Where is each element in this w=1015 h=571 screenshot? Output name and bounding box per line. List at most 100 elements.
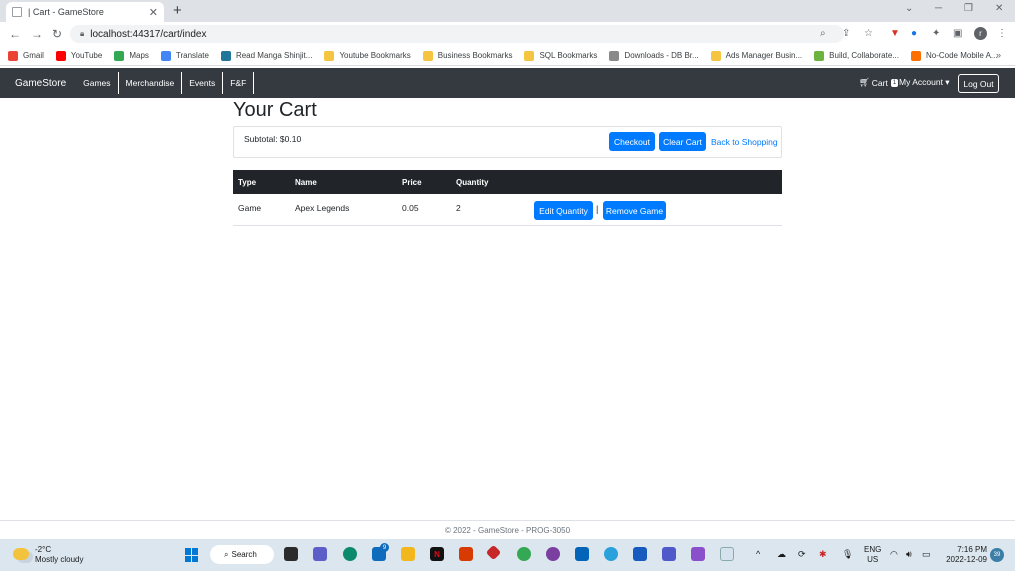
cart-link[interactable]: 🛒︎ Cart 1 <box>859 77 899 88</box>
bookmark-item[interactable]: Youtube Bookmarks <box>324 50 411 61</box>
office-icon[interactable] <box>459 547 473 561</box>
bookmark-item[interactable]: Read Manga Shinjit... <box>220 50 312 61</box>
cart-icon: 🛒︎ <box>859 77 870 87</box>
edge-icon[interactable] <box>343 547 357 561</box>
table-row: Game Apex Legends 0.05 2 Edit Quantity |… <box>233 194 782 226</box>
bookmark-icon <box>609 50 620 61</box>
battery-icon[interactable]: ▭ <box>922 549 931 560</box>
onedrive-icon[interactable]: ☁ <box>777 549 786 560</box>
nav-merchandise[interactable]: Merchandise <box>119 72 183 94</box>
nav-events[interactable]: Events <box>182 72 224 94</box>
back-icon[interactable]: ← <box>9 27 21 41</box>
file-explorer-icon[interactable] <box>401 547 415 561</box>
zoom-icon[interactable]: ⌕ <box>820 28 826 39</box>
teams-icon[interactable] <box>662 547 676 561</box>
clear-cart-button[interactable]: Clear Cart <box>659 132 706 151</box>
bookmark-item[interactable]: No-Code Mobile A... <box>910 50 998 61</box>
outlook-icon[interactable] <box>575 547 589 561</box>
bookmark-icon <box>814 50 825 61</box>
lock-icon: 🔒︎ <box>80 29 85 38</box>
tray-chevron-icon[interactable]: ^ <box>756 549 760 559</box>
weather-icon[interactable] <box>13 548 29 560</box>
bookmark-item[interactable]: Downloads - DB Br... <box>609 50 699 61</box>
telegram-icon[interactable] <box>604 547 618 561</box>
edit-quantity-button[interactable]: Edit Quantity <box>534 201 593 220</box>
brand-link[interactable]: GameStore <box>15 78 66 89</box>
cell-type: Game <box>238 203 262 213</box>
extension-icon[interactable]: ● <box>911 28 917 39</box>
chrome-icon[interactable] <box>517 547 531 561</box>
bookmark-icon <box>910 50 921 61</box>
clock-time: 7:16 PM <box>957 545 987 554</box>
bookmark-item[interactable]: Gmail <box>8 50 44 61</box>
reload-icon[interactable]: ↻ <box>52 27 62 41</box>
bookmark-item[interactable]: Business Bookmarks <box>422 50 512 61</box>
sync-icon[interactable]: ⟳ <box>798 549 806 560</box>
git-icon[interactable] <box>485 544 502 561</box>
close-window-icon[interactable]: ✕ <box>995 3 1003 14</box>
minimize-icon[interactable]: ─ <box>935 3 942 14</box>
cart-label: Cart <box>871 77 888 88</box>
restore-icon[interactable]: ❐ <box>964 3 973 14</box>
bookmark-icon <box>324 50 335 61</box>
bookmark-item[interactable]: Maps <box>114 50 149 61</box>
taskbar-search[interactable]: ⌕ Search <box>210 545 274 564</box>
table-header: Type Name Price Quantity <box>233 170 782 194</box>
column-header-name: Name <box>295 178 317 187</box>
bookmark-label: Maps <box>129 51 149 60</box>
browser-tab-strip: | Cart - GameStore ✕ + ⌄ ─ ❐ ✕ <box>0 0 1015 22</box>
wifi-icon[interactable]: ◠ <box>890 549 898 560</box>
snipping-tool-icon[interactable] <box>720 547 734 561</box>
column-header-price: Price <box>402 178 422 187</box>
search-label: Search <box>231 550 257 559</box>
menu-kebab-icon[interactable]: ⋮ <box>997 28 1007 39</box>
new-tab-icon[interactable]: + <box>173 2 182 19</box>
puzzle-extensions-icon[interactable]: ✦ <box>932 28 940 39</box>
bookmark-item[interactable]: Ads Manager Busin... <box>710 50 803 61</box>
app-tray-icon[interactable]: ✱ <box>819 549 827 560</box>
bookmark-star-icon[interactable]: ☆ <box>864 28 873 39</box>
bookmark-label: Ads Manager Busin... <box>725 51 803 60</box>
bookmark-item[interactable]: Build, Collaborate... <box>814 50 899 61</box>
column-header-type: Type <box>238 178 257 187</box>
region-code: US <box>867 555 879 564</box>
word-icon[interactable] <box>633 547 647 561</box>
nav-ff[interactable]: F&F <box>223 72 255 94</box>
language-code: ENG <box>864 545 882 554</box>
start-icon[interactable] <box>185 548 199 562</box>
close-tab-icon[interactable]: ✕ <box>149 6 158 19</box>
bookmarks-more-icon[interactable]: » <box>996 50 1001 60</box>
back-to-shopping-link[interactable]: Back to Shopping <box>711 137 778 147</box>
bookmark-item[interactable]: YouTube <box>55 50 102 61</box>
bookmark-label: Youtube Bookmarks <box>339 51 411 60</box>
subtotal-text: Subtotal: $0.10 <box>244 134 302 144</box>
bookmark-icon <box>8 50 18 61</box>
logout-button[interactable]: Log Out <box>958 74 999 93</box>
checkout-button[interactable]: Checkout <box>609 132 655 151</box>
chat-icon[interactable] <box>313 547 327 561</box>
volume-icon[interactable]: 🔊︎ <box>906 549 912 560</box>
bookmark-item[interactable]: Translate <box>160 50 209 61</box>
nav-games[interactable]: Games <box>76 72 119 94</box>
github-desktop-icon[interactable] <box>546 547 560 561</box>
microphone-icon[interactable]: 🎙︎ <box>842 549 853 560</box>
taskbar-clock[interactable]: 7:16 PM 2022-12-09 <box>942 545 987 565</box>
clock-date: 2022-12-09 <box>946 555 987 564</box>
tab-search-icon[interactable]: ⌄ <box>905 3 913 14</box>
forward-icon[interactable]: → <box>31 27 43 41</box>
tab-cart[interactable]: | Cart - GameStore ✕ <box>6 2 164 22</box>
side-panel-icon[interactable]: ▣ <box>953 28 962 39</box>
visual-studio-icon[interactable] <box>691 547 705 561</box>
language-indicator[interactable]: ENG US <box>864 545 881 565</box>
task-view-icon[interactable] <box>284 547 298 561</box>
remove-game-button[interactable]: Remove Game <box>603 201 666 220</box>
share-icon[interactable]: ⇪ <box>842 28 850 39</box>
notification-badge[interactable]: 39 <box>990 548 1004 562</box>
search-icon: ⌕ <box>224 549 229 559</box>
profile-avatar[interactable]: r <box>974 27 987 40</box>
my-account-dropdown[interactable]: My Account ▾ <box>899 77 950 88</box>
pocket-extension-icon[interactable]: ▼ <box>890 28 900 39</box>
address-bar[interactable]: 🔒︎ localhost:44317/cart/index <box>70 25 844 43</box>
netflix-icon[interactable]: N <box>430 547 444 561</box>
bookmark-item[interactable]: SQL Bookmarks <box>524 50 597 61</box>
